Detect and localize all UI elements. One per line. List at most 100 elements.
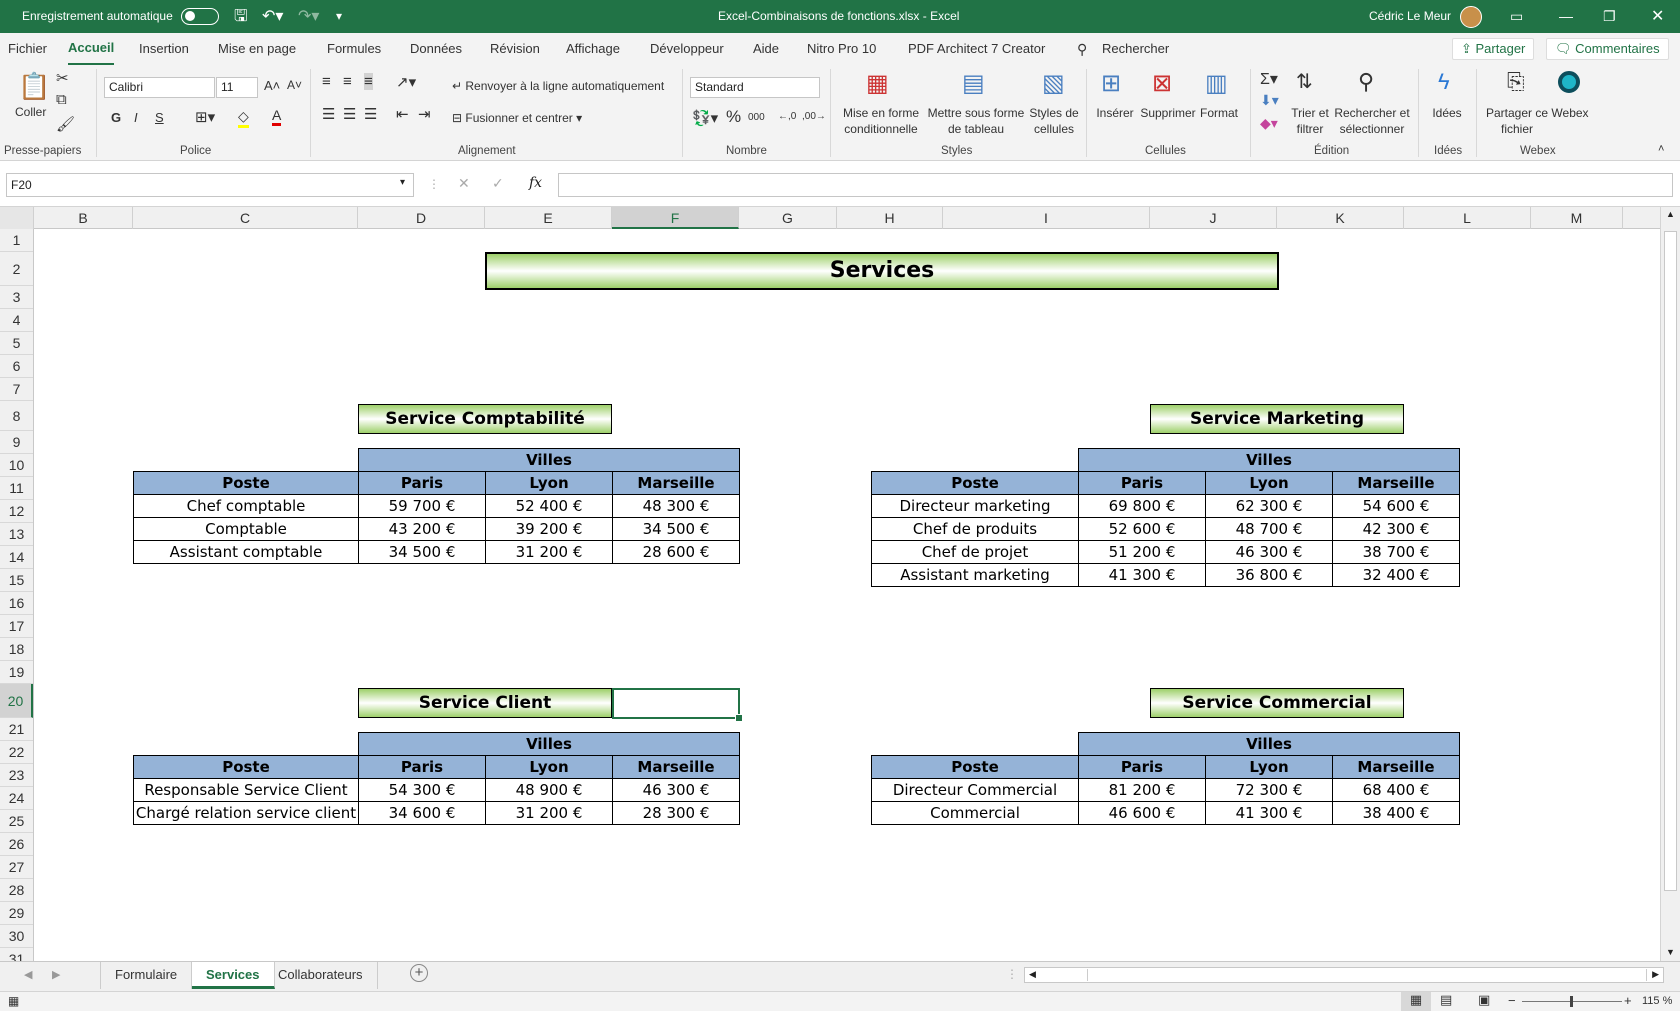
table-cell[interactable]: 48 700 € (1205, 517, 1333, 541)
undo-icon[interactable]: ↶▾ (262, 0, 283, 33)
increase-indent-icon[interactable]: ⇥ (418, 105, 431, 123)
table-cell[interactable]: 46 600 € (1078, 801, 1206, 825)
table-cell[interactable]: Chef de projet (871, 540, 1079, 564)
row-header[interactable]: 2 (0, 252, 33, 286)
table-cell[interactable]: Responsable Service Client (133, 778, 359, 802)
row-header[interactable]: 30 (0, 925, 33, 948)
splitter-icon[interactable]: ⋮ (1006, 967, 1018, 981)
row-header[interactable]: 4 (0, 309, 33, 332)
format-as-table-button[interactable]: Mettre sous forme de tableau (926, 105, 1026, 137)
table-cell[interactable]: 68 400 € (1332, 778, 1460, 802)
table-cell[interactable]: 41 300 € (1205, 801, 1333, 825)
font-size-select[interactable]: 11 (216, 77, 258, 98)
table-cell[interactable]: 69 800 € (1078, 494, 1206, 518)
accounting-format-icon[interactable]: 💱▾ (692, 109, 718, 127)
tab-affichage[interactable]: Affichage (566, 33, 620, 65)
column-header[interactable]: E (485, 207, 612, 229)
header-city[interactable]: Paris (1078, 471, 1206, 495)
row-header[interactable]: 29 (0, 902, 33, 925)
align-center-icon[interactable]: ☰ (343, 105, 356, 123)
search-icon[interactable]: ⚲ (1077, 33, 1087, 65)
customize-qat-icon[interactable]: ▾ (336, 0, 342, 33)
share-button[interactable]: ⇪ Partager (1452, 38, 1535, 60)
increase-decimal-icon[interactable]: ←,0 (778, 111, 796, 122)
table-cell[interactable]: 43 200 € (358, 517, 486, 541)
autosum-icon[interactable]: Σ▾ (1260, 69, 1278, 89)
column-header[interactable]: L (1404, 207, 1531, 229)
table-cell[interactable]: Assistant comptable (133, 540, 359, 564)
table-cell[interactable]: 41 300 € (1078, 563, 1206, 587)
tab-revision[interactable]: Révision (490, 33, 540, 65)
ideas-button[interactable]: Idées (1424, 105, 1470, 121)
fill-color-icon[interactable]: ◇ (238, 108, 249, 128)
header-city[interactable]: Lyon (485, 755, 613, 779)
user-name[interactable]: Cédric Le Meur (1369, 0, 1451, 33)
tab-aide[interactable]: Aide (753, 33, 779, 65)
table-cell[interactable]: 28 600 € (612, 540, 740, 564)
ideas-icon[interactable]: ϟ (1438, 69, 1450, 95)
tab-formules[interactable]: Formules (327, 33, 381, 65)
number-format-select[interactable]: Standard (690, 77, 820, 98)
table-cell[interactable]: 46 300 € (612, 778, 740, 802)
align-middle-icon[interactable]: ≡ (343, 73, 352, 90)
header-poste[interactable]: Poste (133, 755, 359, 779)
tab-nitro[interactable]: Nitro Pro 10 (807, 33, 876, 65)
align-bottom-icon[interactable]: ≡ (364, 73, 373, 90)
row-header[interactable]: 31 (0, 948, 33, 961)
column-header-selected[interactable]: F (612, 207, 739, 229)
table-cell[interactable]: 52 600 € (1078, 517, 1206, 541)
maximize-icon[interactable]: ❐ (1603, 0, 1616, 33)
table-cell[interactable]: 36 800 € (1205, 563, 1333, 587)
font-color-icon[interactable]: A (272, 107, 282, 126)
table-cell[interactable]: 72 300 € (1205, 778, 1333, 802)
function-icon[interactable]: fx (529, 175, 542, 191)
row-header[interactable]: 14 (0, 546, 33, 569)
formula-input[interactable] (558, 173, 1673, 197)
save-icon[interactable]: 🖫 (234, 0, 248, 33)
paste-icon[interactable]: 📋 (18, 71, 50, 102)
table-cell[interactable]: 54 600 € (1332, 494, 1460, 518)
format-table-icon[interactable]: ▤ (962, 69, 985, 98)
align-left-icon[interactable]: ☰ (322, 105, 335, 123)
share-file-icon[interactable]: ⎘ (1507, 69, 1525, 95)
row-header[interactable]: 18 (0, 638, 33, 661)
tab-donnees[interactable]: Données (410, 33, 462, 65)
zoom-in-icon[interactable]: + (1624, 993, 1632, 1008)
row-header[interactable]: 12 (0, 500, 33, 523)
table-cell[interactable]: 31 200 € (485, 801, 613, 825)
row-header[interactable]: 1 (0, 229, 33, 252)
row-header[interactable]: 28 (0, 879, 33, 902)
row-header[interactable]: 25 (0, 810, 33, 833)
prev-sheet-icon[interactable]: ◀ (24, 968, 32, 981)
header-poste[interactable]: Poste (871, 755, 1079, 779)
table-cell[interactable]: Directeur marketing (871, 494, 1079, 518)
column-header[interactable]: M (1531, 207, 1623, 229)
horizontal-scroll-thumb[interactable] (1087, 969, 1647, 981)
table-cell[interactable]: 34 500 € (358, 540, 486, 564)
tab-accueil[interactable]: Accueil (68, 33, 115, 65)
table-cell[interactable]: 51 200 € (1078, 540, 1206, 564)
table-cell[interactable]: 48 900 € (485, 778, 613, 802)
header-poste[interactable]: Poste (871, 471, 1079, 495)
header-villes[interactable]: Villes (358, 732, 740, 756)
font-name-select[interactable]: Calibri (104, 77, 215, 98)
merge-center-button[interactable]: ⊟ Fusionner et centrer ▾ (452, 111, 582, 125)
paste-button[interactable]: Coller (15, 105, 46, 119)
autosave-toggle[interactable] (181, 8, 219, 25)
column-header[interactable]: G (739, 207, 837, 229)
table-cell[interactable]: 52 400 € (485, 494, 613, 518)
sheet-tab-services[interactable]: Services (192, 962, 275, 989)
scroll-left-icon[interactable]: ◀ (1029, 969, 1036, 980)
scroll-up-icon[interactable]: ▲ (1666, 209, 1675, 219)
table-cell[interactable]: 39 200 € (485, 517, 613, 541)
table-cell[interactable]: 62 300 € (1205, 494, 1333, 518)
header-city[interactable]: Lyon (485, 471, 613, 495)
table-cell[interactable]: Chef comptable (133, 494, 359, 518)
format-button[interactable]: Format (1196, 105, 1242, 121)
normal-view-icon[interactable]: ▦ (1401, 992, 1431, 1011)
copy-icon[interactable]: ⧉ (56, 91, 67, 108)
row-header[interactable]: 7 (0, 378, 33, 401)
row-header-selected[interactable]: 20 (0, 684, 33, 718)
tab-insertion[interactable]: Insertion (139, 33, 189, 65)
next-sheet-icon[interactable]: ▶ (52, 968, 60, 981)
